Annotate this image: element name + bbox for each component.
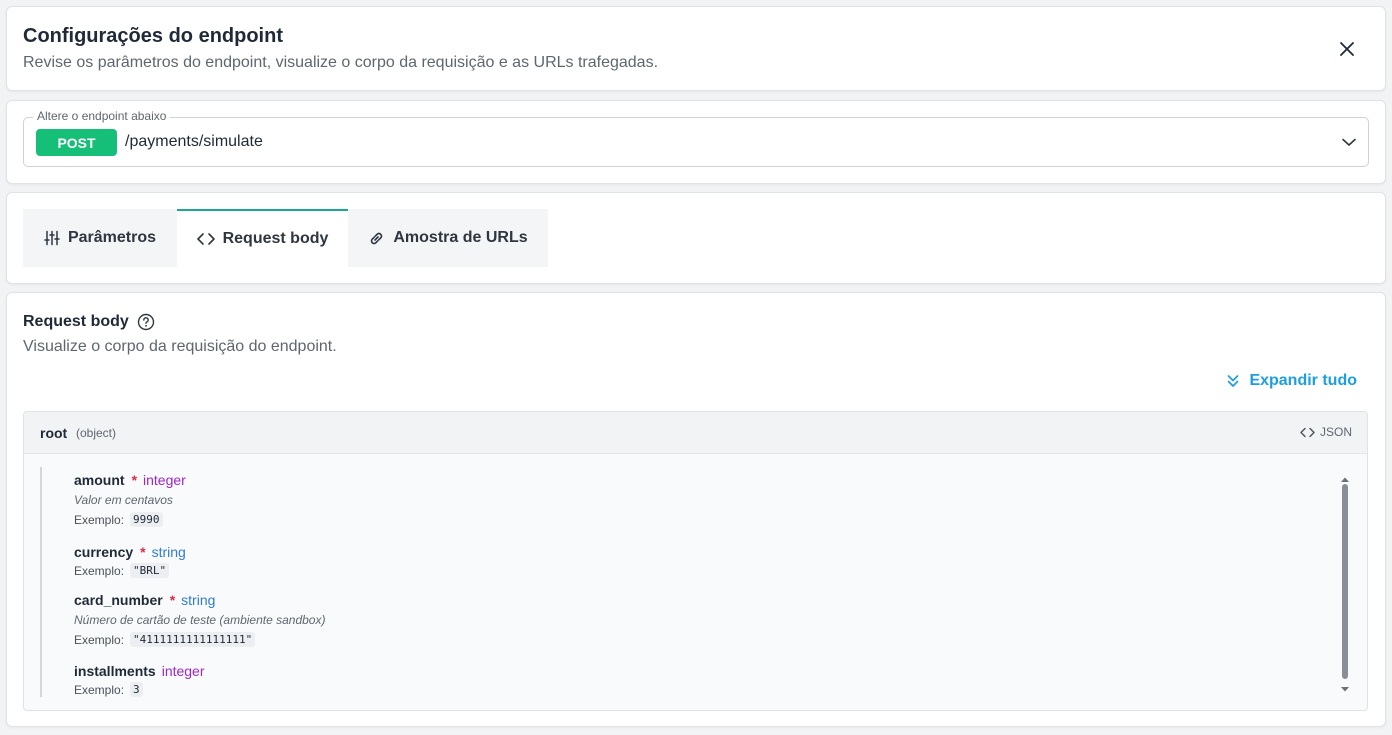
property-type: string [151, 544, 186, 560]
tab-label: Parâmetros [67, 229, 157, 246]
tab-label: Amostra de URLs [393, 229, 528, 246]
example-label: Exemplo: [74, 563, 125, 578]
schema-property: installments integer Exemplo: 3 [74, 663, 205, 697]
property-name: installments [74, 663, 156, 679]
example-value: 9990 [130, 512, 163, 527]
section-title-text: Request body [23, 313, 129, 330]
endpoint-select[interactable]: Altere o endpoint abaixo POST /payments/… [23, 109, 1369, 167]
chevron-down-icon[interactable] [1341, 134, 1357, 155]
json-view-button[interactable]: JSON [1300, 425, 1352, 439]
tab-label: Request body [222, 230, 329, 247]
close-icon [1340, 42, 1354, 56]
schema-property: amount * integer Valor em centavos Exemp… [74, 472, 186, 527]
property-description: Valor em centavos [74, 493, 173, 507]
tree-indent-line [40, 467, 42, 697]
example-label: Exemplo: [74, 512, 125, 527]
example-value: "4111111111111111" [130, 632, 256, 647]
link-icon [368, 230, 385, 247]
chevrons-down-icon [1227, 374, 1239, 388]
scroll-down-arrow-icon[interactable] [1340, 680, 1350, 698]
property-type: integer [161, 663, 205, 679]
method-badge: POST [36, 129, 117, 156]
example-label: Exemplo: [74, 632, 125, 647]
scrollbar[interactable] [1339, 470, 1351, 698]
scrollbar-thumb[interactable] [1342, 484, 1348, 679]
property-type: integer [143, 472, 186, 488]
required-marker: * [169, 592, 176, 608]
tab-parametros[interactable]: Parâmetros [23, 209, 177, 267]
page-subtitle: Revise os parâmetros do endpoint, visual… [23, 54, 659, 71]
schema-viewer: root (object) JSON amount * integer Valo… [23, 411, 1368, 711]
request-body-card: Request body Visualize o corpo da requis… [6, 292, 1386, 727]
example-label: Exemplo: [74, 682, 125, 697]
tab-request-body[interactable]: Request body [177, 209, 348, 267]
property-example: Exemplo: "BRL" [74, 563, 186, 578]
help-icon[interactable] [137, 313, 155, 331]
section-title: Request body [23, 313, 155, 331]
sliders-icon [44, 230, 60, 246]
endpoint-card: Altere o endpoint abaixo POST /payments/… [6, 100, 1386, 184]
code-icon [1300, 427, 1315, 438]
required-marker: * [140, 544, 146, 560]
required-marker: * [131, 472, 138, 488]
schema-property: currency * string Exemplo: "BRL" [74, 544, 186, 578]
property-name: amount [74, 472, 125, 488]
property-example: Exemplo: 3 [74, 682, 205, 697]
root-type: (object) [76, 426, 117, 440]
example-value: 3 [130, 682, 143, 697]
property-type: string [181, 592, 216, 608]
example-value: "BRL" [130, 563, 170, 578]
property-example: Exemplo: "4111111111111111" [74, 632, 325, 647]
property-name: currency [74, 544, 134, 560]
endpoint-select-label: Altere o endpoint abaixo [33, 109, 171, 123]
tab-amostra-de-urls[interactable]: Amostra de URLs [348, 209, 548, 267]
section-subtitle: Visualize o corpo da requisição do endpo… [23, 338, 337, 355]
schema-root-row[interactable]: root (object) JSON [24, 412, 1367, 454]
endpoint-path: /payments/simulate [125, 133, 263, 150]
property-example: Exemplo: 9990 [74, 512, 186, 527]
expand-all-button[interactable]: Expandir tudo [1227, 372, 1357, 390]
property-name: card_number [74, 592, 163, 608]
header-card: Configurações do endpoint Revise os parâ… [6, 6, 1386, 91]
root-label: root [40, 425, 68, 441]
tabs-card: Parâmetros Request body Amostra de URLs [6, 192, 1386, 284]
close-button[interactable] [1335, 37, 1359, 61]
page-title: Configurações do endpoint [23, 25, 283, 47]
expand-all-label: Expandir tudo [1249, 372, 1357, 389]
property-description: Número de cartão de teste (ambiente sand… [74, 613, 326, 627]
schema-property: card_number * string Número de cartão de… [74, 592, 325, 647]
json-view-label: JSON [1319, 425, 1352, 439]
code-icon [196, 232, 215, 246]
